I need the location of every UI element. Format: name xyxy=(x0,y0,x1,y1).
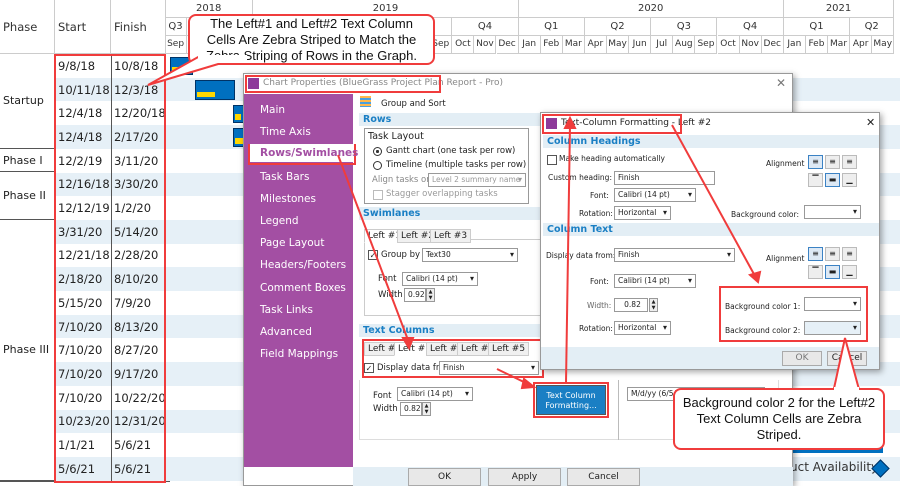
arrow-title-to-bg xyxy=(671,124,756,277)
arrowhead xyxy=(563,115,577,129)
arrow-rows-to-tab xyxy=(337,154,409,341)
arrowhead xyxy=(520,377,537,390)
callout-bottom-pointer xyxy=(831,337,862,394)
arrowhead xyxy=(747,270,762,284)
arrow-button-to-dialog xyxy=(565,123,571,384)
arrowhead xyxy=(401,337,415,351)
callout-bottom-mask xyxy=(834,387,859,392)
callout-top-pointer xyxy=(147,55,247,86)
callout-bottom: Background color 2 for the Left#2 Text C… xyxy=(673,388,885,450)
